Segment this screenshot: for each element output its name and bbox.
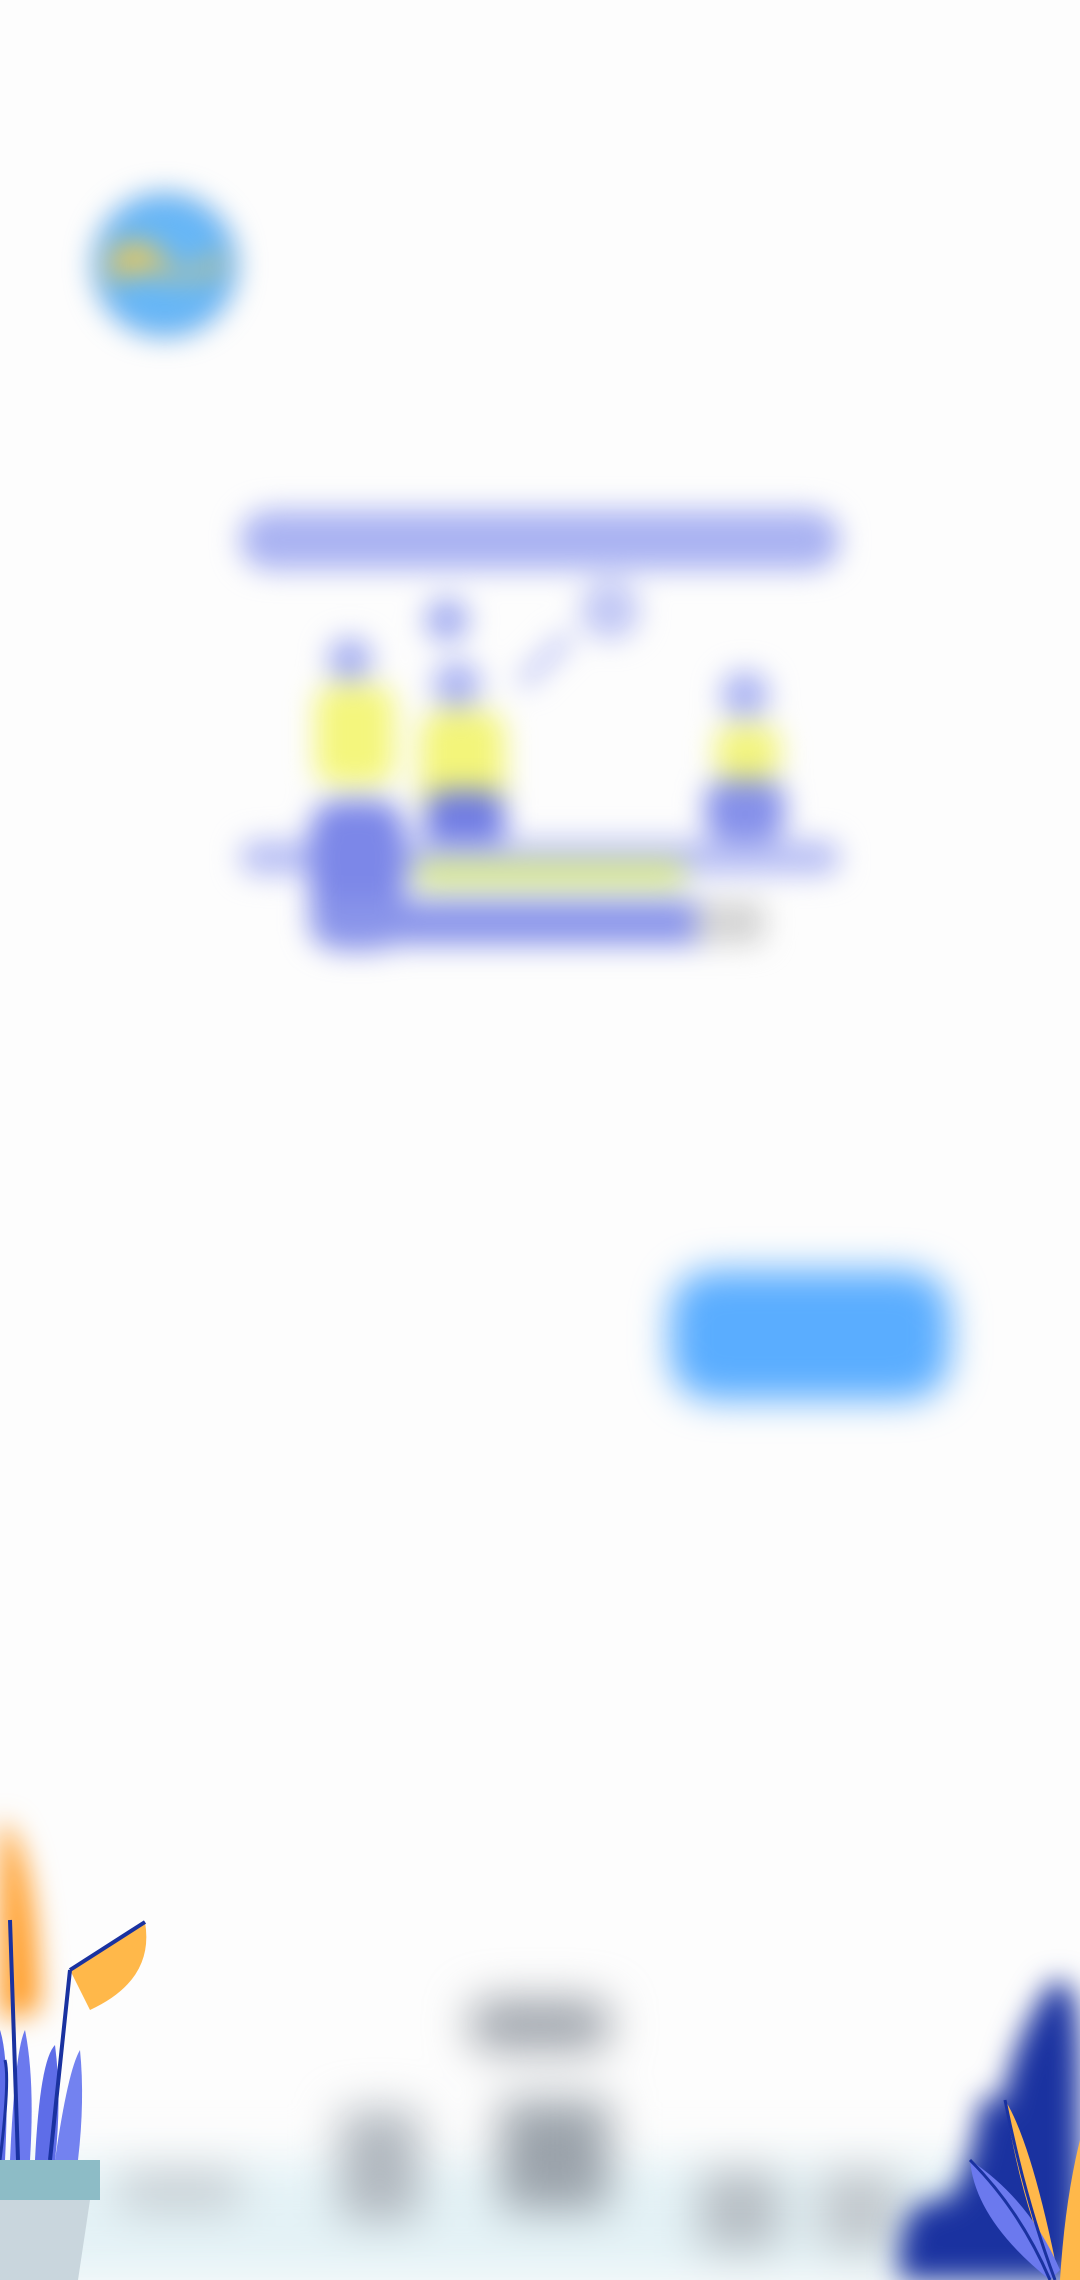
prompt-text [170,1110,910,1180]
secondary-link[interactable] [150,1300,530,1370]
globe-logo-icon [94,194,236,336]
app-header [90,180,1010,350]
team-at-desk-illustration [240,510,840,950]
primary-action-button[interactable] [670,1270,950,1400]
footer-illustration [0,1820,1080,2280]
leafy-plant-icon [899,1980,1080,2280]
